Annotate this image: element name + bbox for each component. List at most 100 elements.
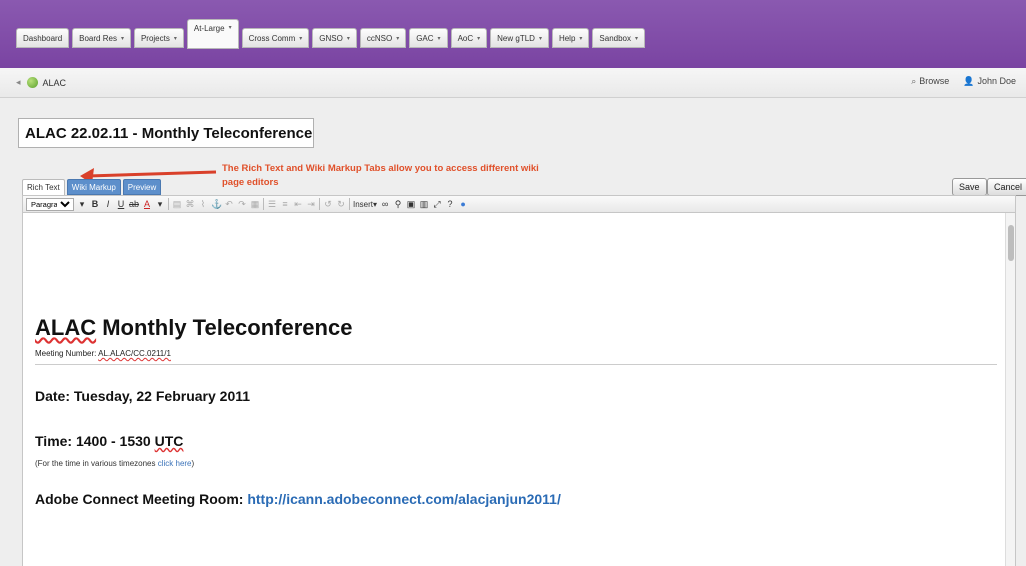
- image-icon[interactable]: ▣: [406, 199, 416, 210]
- chevron-down-icon: ▾: [299, 35, 303, 42]
- browse-label: Browse: [919, 76, 950, 86]
- nav-tab-cross-comm[interactable]: Cross Comm ▾: [241, 28, 310, 48]
- nav-tab-label: At-Large: [193, 24, 225, 33]
- nav-tab-label: ccNSO: [366, 33, 393, 43]
- help-icon[interactable]: ?: [445, 199, 455, 209]
- user-menu[interactable]: 👤 John Doe: [963, 76, 1016, 87]
- vertical-scrollbar[interactable]: [1005, 213, 1015, 566]
- unlink-icon[interactable]: ⌇: [198, 199, 208, 210]
- chevron-down-icon: ▾: [437, 35, 441, 42]
- italic-icon[interactable]: I: [103, 199, 113, 209]
- insert-label: Insert: [353, 199, 374, 209]
- nav-tab-aoc[interactable]: AoC ▾: [450, 28, 488, 48]
- nav-tab-at-large[interactable]: At-Large ▾: [186, 19, 239, 49]
- user-name: John Doe: [977, 76, 1016, 86]
- toolbar-separator: [263, 198, 264, 210]
- search-icon: ⌕: [911, 76, 917, 86]
- chevron-down-icon: ▾: [120, 35, 124, 42]
- cancel-button[interactable]: Cancel: [987, 178, 1026, 196]
- nav-tab-gac[interactable]: GAC ▾: [409, 28, 448, 48]
- heading-rest: Monthly Teleconference: [102, 315, 353, 340]
- meeting-number: Meeting Number: AL.ALAC/CC.0211/1: [35, 349, 171, 358]
- space-tabs: Dashboard Board Res ▾ Projects ▾ At-Large ▾ Cro…: [16, 19, 646, 49]
- bullet-list-icon[interactable]: ☰: [267, 199, 277, 210]
- nav-tab-sandbox[interactable]: Sandbox ▾: [592, 28, 646, 48]
- anchor-icon[interactable]: ⚓: [211, 199, 222, 210]
- redo-icon[interactable]: ↻: [336, 199, 346, 210]
- timezone-close: ): [191, 459, 195, 468]
- heading-alac-word: ALAC: [35, 315, 97, 340]
- adobe-label: Adobe Connect Meeting Room:: [35, 491, 248, 507]
- horizontal-rule: [35, 364, 997, 365]
- back-arrow-icon[interactable]: ◂: [16, 77, 21, 88]
- nav-tab-label: New gTLD: [497, 33, 535, 43]
- undo-icon[interactable]: ↶: [224, 199, 234, 210]
- scrollbar-thumb[interactable]: [1008, 225, 1014, 261]
- breadcrumb-bar: ◂ ALAC ⌕ Browse 👤 John Doe: [0, 68, 1026, 98]
- text-color-icon[interactable]: A: [142, 199, 152, 209]
- insert-menu[interactable]: Insert▾: [353, 200, 377, 209]
- tab-rich-text[interactable]: Rich Text: [22, 179, 65, 195]
- nav-tab-dashboard[interactable]: Dashboard: [16, 28, 70, 48]
- meeting-date: Date: Tuesday, 22 February 2011: [35, 388, 251, 404]
- indent-icon[interactable]: ⇥: [306, 199, 316, 210]
- toolbar-separator: [349, 198, 350, 210]
- undo-icon[interactable]: ↺: [323, 199, 333, 210]
- breadcrumb-space-link[interactable]: ALAC: [43, 78, 67, 88]
- document-heading: ALAC Monthly Teleconference: [35, 315, 352, 341]
- nav-tab-help[interactable]: Help ▾: [551, 28, 590, 48]
- media-icon[interactable]: ▥: [419, 199, 429, 210]
- tab-wiki-markup[interactable]: Wiki Markup: [66, 179, 121, 195]
- nav-tab-label: Dashboard: [23, 33, 63, 43]
- editor-mode-tabs: Rich Text Wiki Markup Preview: [22, 179, 162, 195]
- toolbar-separator: [168, 198, 169, 210]
- chevron-down-icon: ▾: [635, 35, 639, 42]
- page-title-input[interactable]: [18, 118, 314, 148]
- bold-icon[interactable]: B: [90, 199, 100, 209]
- nav-tab-label: Cross Comm: [248, 33, 296, 43]
- meeting-value: AL.ALAC/CC.0211/1: [98, 349, 171, 358]
- nav-tab-ccnso[interactable]: ccNSO ▾: [359, 28, 407, 48]
- nav-tab-label: GNSO: [319, 33, 343, 43]
- nav-tab-gnso[interactable]: GNSO ▾: [312, 28, 357, 48]
- expand-icon[interactable]: ⤢: [432, 199, 442, 210]
- adobe-connect-link[interactable]: http://icann.adobeconnect.com/alacjanjun…: [247, 491, 561, 507]
- macro-icon[interactable]: ⚲: [393, 199, 403, 210]
- tab-preview[interactable]: Preview: [122, 179, 162, 195]
- time-prefix: Time: 1400 - 1530: [35, 433, 155, 449]
- strikethrough-icon[interactable]: ab: [129, 199, 139, 209]
- nav-tab-board-res[interactable]: Board Res ▾: [72, 28, 131, 48]
- outdent-icon[interactable]: ⇤: [293, 199, 303, 210]
- info-icon[interactable]: ●: [458, 199, 468, 209]
- link-icon[interactable]: ⌘: [185, 199, 195, 210]
- nav-tab-projects[interactable]: Projects ▾: [133, 28, 184, 48]
- browse-menu[interactable]: ⌕ Browse: [911, 76, 949, 87]
- nav-tab-label: GAC: [416, 33, 434, 43]
- nav-tab-new-gtld[interactable]: New gTLD ▾: [490, 28, 549, 48]
- nav-tab-label: Help: [558, 33, 576, 43]
- chevron-down-icon: ▾: [396, 35, 400, 42]
- dropdown-arrow-icon[interactable]: ▾: [77, 199, 87, 210]
- link-insert-icon[interactable]: ∞: [380, 199, 390, 209]
- nav-tab-label: Projects: [140, 33, 170, 43]
- chevron-down-icon: ▾: [538, 35, 542, 42]
- paragraph-format-select[interactable]: Paragraph: [26, 197, 74, 211]
- dropdown-arrow-icon[interactable]: ▾: [155, 199, 165, 210]
- nav-tab-label: Board Res: [79, 33, 117, 43]
- adobe-connect-line: Adobe Connect Meeting Room: http://icann…: [35, 491, 561, 507]
- paste-icon[interactable]: ▤: [172, 199, 182, 210]
- chevron-down-icon: ▾: [228, 25, 232, 31]
- editor-content-area[interactable]: ALAC Monthly Teleconference Meeting Numb…: [22, 213, 1016, 566]
- timezone-text: (For the time in various timezones: [35, 459, 158, 468]
- user-icon: 👤: [963, 76, 975, 86]
- timezone-note: (For the time in various timezones click…: [35, 459, 194, 468]
- underline-icon[interactable]: U: [116, 199, 126, 209]
- toolbar-separator: [319, 198, 320, 210]
- save-button[interactable]: Save: [952, 178, 987, 196]
- redo-icon[interactable]: ↷: [237, 199, 247, 210]
- numbered-list-icon[interactable]: ≡: [280, 199, 290, 209]
- meeting-time: Time: 1400 - 1530 UTC: [35, 433, 183, 449]
- table-icon[interactable]: ▦: [250, 199, 260, 210]
- nav-tab-label: AoC: [457, 33, 474, 43]
- timezone-link[interactable]: click here: [158, 459, 192, 468]
